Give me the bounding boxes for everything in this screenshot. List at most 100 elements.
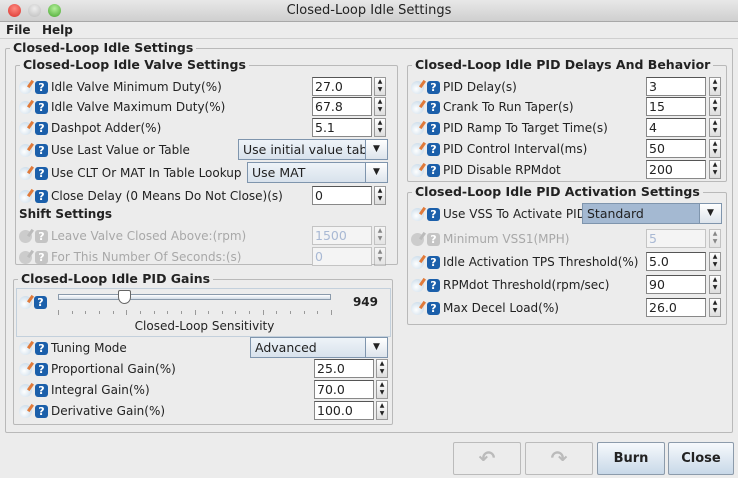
spinner-buttons[interactable]: ▲ ▼	[709, 77, 721, 96]
spinner-buttons[interactable]: ▲ ▼	[709, 252, 721, 271]
setting-dropdown[interactable]: Use initial value table ▼	[238, 139, 388, 160]
edit-icon[interactable]	[19, 383, 32, 397]
spinner-buttons[interactable]: ▲ ▼	[709, 160, 721, 179]
edit-icon[interactable]	[19, 296, 32, 309]
spinner-buttons[interactable]: ▲ ▼	[374, 186, 386, 205]
pid-delays-title: Closed-Loop Idle PID Delays And Behavior	[412, 57, 714, 72]
burn-button[interactable]: Burn	[597, 442, 665, 475]
setting-input[interactable]: 5.1	[312, 118, 372, 137]
edit-icon[interactable]	[411, 278, 424, 292]
edit-icon[interactable]	[411, 301, 424, 315]
help-icon[interactable]: ?	[427, 142, 440, 156]
spinner-buttons[interactable]: ▲ ▼	[709, 118, 721, 137]
edit-icon[interactable]	[19, 100, 32, 114]
setting-input[interactable]: 0	[312, 186, 372, 205]
edit-icon[interactable]	[411, 100, 424, 114]
help-icon[interactable]: ?	[34, 296, 47, 309]
undo-button[interactable]: ↶	[453, 442, 521, 475]
setting-input[interactable]: 70.0	[314, 380, 374, 399]
help-icon[interactable]: ?	[35, 383, 48, 397]
edit-icon[interactable]	[411, 80, 424, 94]
chevron-down-icon[interactable]: ▼	[365, 338, 387, 357]
edit-icon[interactable]	[19, 121, 32, 135]
edit-icon[interactable]	[19, 80, 32, 94]
setting-input[interactable]: 100.0	[314, 401, 374, 420]
help-icon[interactable]: ?	[427, 121, 440, 135]
chevron-down-icon[interactable]: ▼	[365, 163, 387, 182]
setting-input[interactable]: 26.0	[646, 298, 706, 317]
help-icon[interactable]: ?	[35, 121, 48, 135]
setting-input[interactable]: 25.0	[314, 359, 374, 378]
edit-icon[interactable]	[19, 404, 32, 418]
spinner-buttons[interactable]: ▲ ▼	[709, 298, 721, 317]
close-window-button[interactable]	[8, 4, 21, 17]
help-icon[interactable]: ?	[427, 301, 440, 315]
slider-thumb[interactable]	[117, 290, 131, 304]
redo-button[interactable]: ↷	[525, 442, 593, 475]
setting-dropdown[interactable]: Advanced ▼	[250, 337, 388, 358]
setting-input[interactable]: 50	[646, 139, 706, 158]
setting-input[interactable]: 4	[646, 118, 706, 137]
slider-value: 949	[352, 295, 378, 309]
edit-icon[interactable]	[19, 341, 32, 355]
edit-icon[interactable]	[19, 362, 32, 376]
edit-icon[interactable]	[411, 121, 424, 135]
slider-label: Closed-Loop Sensitivity	[134, 319, 275, 333]
setting-input[interactable]: 200	[646, 160, 706, 179]
chevron-down-icon[interactable]: ▼	[365, 140, 387, 159]
menu-bar: File Help	[0, 22, 738, 39]
edit-icon[interactable]	[19, 166, 32, 180]
menu-help[interactable]: Help	[42, 22, 73, 38]
menu-file[interactable]: File	[6, 22, 31, 38]
help-icon[interactable]: ?	[35, 166, 48, 180]
spinner-buttons[interactable]: ▲ ▼	[709, 97, 721, 116]
spinner-buttons[interactable]: ▲ ▼	[376, 401, 388, 420]
setting-dropdown[interactable]: Standard ▼	[582, 203, 722, 224]
help-icon[interactable]: ?	[35, 404, 48, 418]
spinner-buttons[interactable]: ▲ ▼	[376, 380, 388, 399]
help-icon[interactable]: ?	[427, 80, 440, 94]
spinner-buttons[interactable]: ▲ ▼	[709, 139, 721, 158]
edit-icon[interactable]	[411, 142, 424, 156]
window-title: Closed-Loop Idle Settings	[286, 3, 452, 18]
help-icon[interactable]: ?	[35, 143, 48, 157]
zoom-window-button[interactable]	[48, 4, 61, 17]
edit-icon[interactable]	[411, 163, 424, 177]
slider-tick	[112, 311, 114, 314]
help-icon[interactable]: ?	[427, 207, 440, 221]
setting-input[interactable]: 90	[646, 275, 706, 294]
spinner-buttons[interactable]: ▲ ▼	[709, 275, 721, 294]
setting-input[interactable]: 5.0	[646, 252, 706, 271]
setting-label: Close Delay (0 Means Do Not Close)(s)	[51, 189, 283, 203]
setting-input[interactable]: 67.8	[312, 97, 372, 116]
help-icon[interactable]: ?	[427, 255, 440, 269]
spinner-buttons[interactable]: ▲ ▼	[374, 77, 386, 96]
setting-input[interactable]: 15	[646, 97, 706, 116]
setting-input[interactable]: 27.0	[312, 77, 372, 96]
setting-input[interactable]: 3	[646, 77, 706, 96]
edit-icon[interactable]	[19, 189, 32, 203]
help-icon[interactable]: ?	[35, 362, 48, 376]
spinner-buttons[interactable]: ▲ ▼	[376, 359, 388, 378]
spinner-buttons[interactable]: ▲ ▼	[374, 97, 386, 116]
setting-label: PID Ramp To Target Time(s)	[443, 121, 608, 135]
edit-icon[interactable]	[411, 207, 424, 221]
help-icon[interactable]: ?	[427, 278, 440, 292]
help-icon[interactable]: ?	[35, 100, 48, 114]
dropdown-value: Standard	[587, 206, 644, 221]
close-button[interactable]: Close	[668, 442, 734, 475]
minimize-window-button[interactable]	[28, 4, 41, 17]
chevron-down-icon[interactable]: ▼	[699, 204, 721, 223]
help-icon[interactable]: ?	[427, 100, 440, 114]
help-icon[interactable]: ?	[427, 163, 440, 177]
spinner-buttons[interactable]: ▲ ▼	[374, 118, 386, 137]
help-icon[interactable]: ?	[35, 80, 48, 94]
edit-icon[interactable]	[411, 255, 424, 269]
slider-tick	[317, 311, 319, 314]
edit-icon[interactable]	[19, 143, 32, 157]
help-icon[interactable]: ?	[35, 341, 48, 355]
setting-label: Use VSS To Activate PID	[443, 207, 586, 221]
setting-dropdown[interactable]: Use MAT ▼	[247, 162, 388, 183]
slider-track[interactable]	[58, 294, 331, 300]
help-icon[interactable]: ?	[35, 189, 48, 203]
